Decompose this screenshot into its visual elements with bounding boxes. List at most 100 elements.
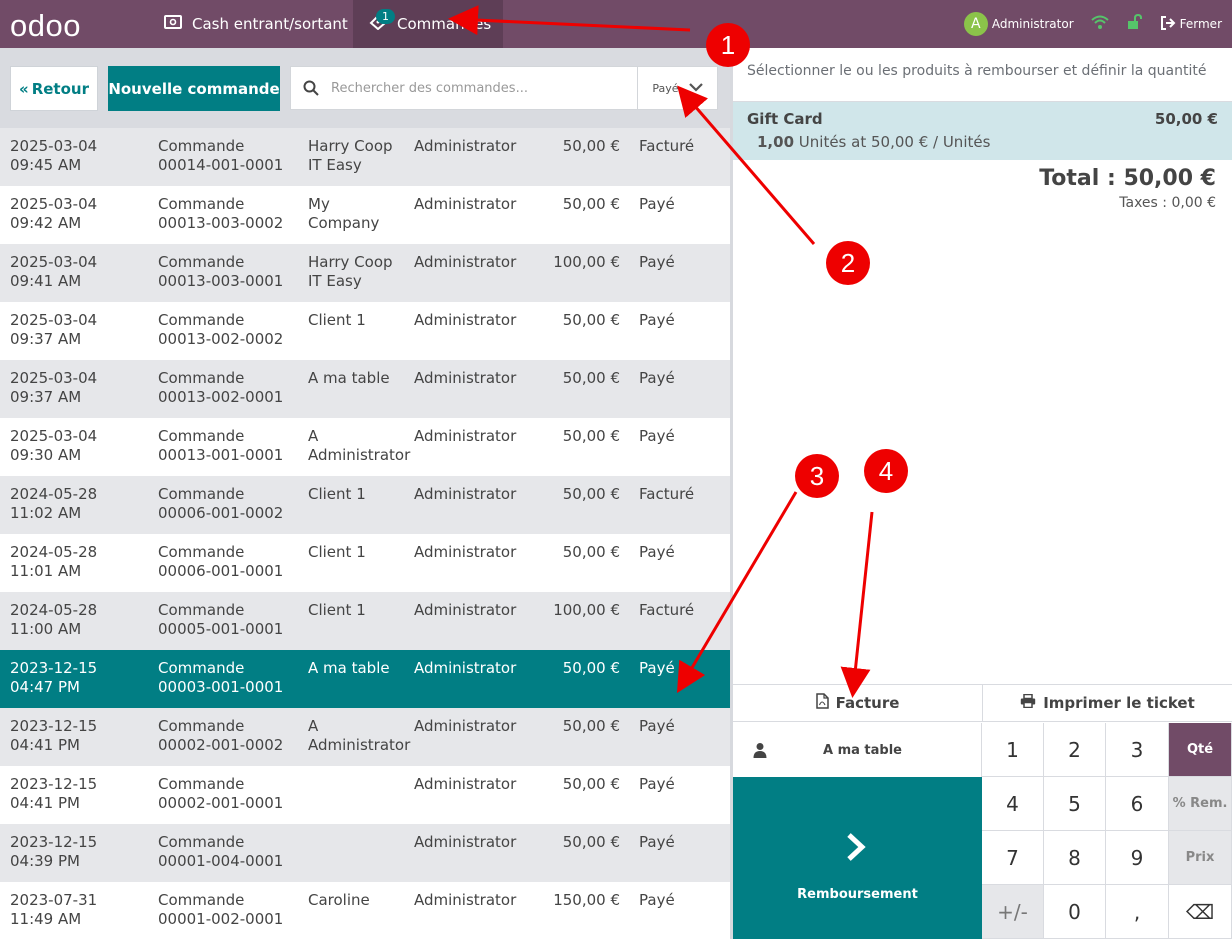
search-input[interactable] <box>331 67 637 109</box>
table-row[interactable]: 2023-12-15 04:39 PM Commande 00001-004-0001… <box>0 824 730 882</box>
table-row[interactable]: 2025-03-04 09:41 AM Commande 00013-003-0001… <box>0 244 730 302</box>
cash-in-out-button[interactable]: Cash entrant/sortant <box>152 0 352 48</box>
order-line-qty: 1,00 <box>757 133 795 151</box>
back-button[interactable]: « Retour <box>10 66 98 111</box>
cell-text: 50,00 € <box>562 369 620 387</box>
numpad-key-2[interactable]: 2 <box>1044 723 1106 777</box>
refund-button[interactable]: Remboursement <box>733 777 982 939</box>
numpad-key-comma[interactable]: , <box>1106 885 1169 939</box>
table-row[interactable]: 2025-03-04 09:42 AM Commande 00013-003-0002… <box>0 186 730 244</box>
table-row[interactable]: 2023-12-15 04:47 PM Commande 00003-001-0001… <box>0 650 730 708</box>
cell-text: A <box>308 717 319 735</box>
cell-text: Payé <box>639 891 675 909</box>
cell-emp: Administrator <box>414 891 516 910</box>
table-row[interactable]: 2023-07-31 11:49 AM Commande 00001-002-0001… <box>0 882 730 939</box>
table-row[interactable]: 2025-03-04 09:30 AM Commande 00013-001-0001… <box>0 418 730 476</box>
cell-text: 00013-003-0002 <box>158 214 284 232</box>
cell-text: 04:41 PM <box>10 794 80 812</box>
print-receipt-label: Imprimer le ticket <box>1043 694 1195 712</box>
cell-text: 2023-12-15 <box>10 833 98 851</box>
numpad-key-0[interactable]: 0 <box>1044 885 1106 939</box>
cell-num: Commande 00014-001-0001 <box>158 137 283 175</box>
annotation-marker-4: 4 <box>864 449 908 493</box>
numpad-key-plus-minus[interactable]: +/- <box>982 885 1044 939</box>
cell-text: 00006-001-0002 <box>158 504 284 522</box>
table-row[interactable]: 2024-05-28 11:00 AM Commande 00005-001-0001… <box>0 592 730 650</box>
table-row[interactable]: 2025-03-04 09:37 AM Commande 00013-002-0001… <box>0 360 730 418</box>
table-row[interactable]: 2024-05-28 11:02 AM Commande 00006-001-0002… <box>0 476 730 534</box>
cell-emp: Administrator <box>414 717 516 736</box>
cell-text: Commande <box>158 485 245 503</box>
cell-num: Commande 00002-001-0001 <box>158 775 283 813</box>
cell-text: 50,00 € <box>562 717 620 735</box>
cell-text: Administrator <box>414 659 517 677</box>
cell-amt: 50,00 € <box>563 833 620 852</box>
order-taxes: Taxes : 0,00 € <box>1119 195 1216 211</box>
cell-text: Company <box>308 214 380 232</box>
cell-text: 2025-03-04 <box>10 427 98 445</box>
table-row[interactable]: 2025-03-04 09:45 AM Commande 00014-001-0001… <box>0 128 730 186</box>
user-menu[interactable]: A Administrator <box>963 12 1074 36</box>
new-order-button[interactable]: Nouvelle commande <box>108 66 280 111</box>
numpad-key-9[interactable]: 9 <box>1106 831 1169 885</box>
annotation-marker-3: 3 <box>795 454 839 498</box>
table-row[interactable]: 2023-12-15 04:41 PM Commande 00002-001-0002… <box>0 708 730 766</box>
cell-emp: Administrator <box>414 833 516 852</box>
numpad-key-5[interactable]: 5 <box>1044 777 1106 831</box>
numpad-key-6[interactable]: 6 <box>1106 777 1169 831</box>
cell-st: Payé <box>639 775 675 794</box>
numpad-key-1[interactable]: 1 <box>982 723 1044 777</box>
cell-text: 00002-001-0001 <box>158 794 284 812</box>
cell-date: 2025-03-04 09:42 AM <box>10 195 97 233</box>
cell-amt: 50,00 € <box>563 137 620 156</box>
numpad-mode-quantity[interactable]: Qté <box>1169 723 1232 777</box>
orders-tab[interactable]: Commandes <box>353 0 503 48</box>
cell-cli: Client 1 <box>308 601 366 620</box>
cell-text: Commande <box>158 195 245 213</box>
cash-in-out-label: Cash entrant/sortant <box>192 15 348 33</box>
cell-text: 09:42 AM <box>10 214 82 232</box>
cell-text: 04:39 PM <box>10 852 80 870</box>
order-line-price: 50,00 € <box>1154 110 1218 128</box>
numpad-key-3[interactable]: 3 <box>1106 723 1169 777</box>
print-receipt-button[interactable]: Imprimer le ticket <box>982 685 1232 721</box>
numpad-key-4[interactable]: 4 <box>982 777 1044 831</box>
unlock-icon[interactable] <box>1126 13 1144 34</box>
order-actions: Facture Imprimer le ticket <box>733 684 1232 722</box>
numpad-key-8[interactable]: 8 <box>1044 831 1106 885</box>
cell-text: Administrator <box>308 446 411 464</box>
cell-text: 09:45 AM <box>10 156 82 174</box>
cell-text: 09:30 AM <box>10 446 82 464</box>
cell-text: 2023-07-31 <box>10 891 98 909</box>
cell-text: 04:41 PM <box>10 736 80 754</box>
cell-text: Payé <box>639 775 675 793</box>
numpad-mode-price[interactable]: Prix <box>1169 831 1232 885</box>
table-row[interactable]: 2023-12-15 04:41 PM Commande 00002-001-0001… <box>0 766 730 824</box>
table-row[interactable]: 2025-03-04 09:37 AM Commande 00013-002-0002… <box>0 302 730 360</box>
numpad-keys: 1 2 3 Qté 4 5 6 % Rem. 7 8 9 Prix +/- 0 … <box>982 723 1232 939</box>
invoice-button[interactable]: Facture <box>733 685 982 721</box>
cell-date: 2024-05-28 11:02 AM <box>10 485 97 523</box>
status-filter-dropdown[interactable]: Payé <box>637 67 717 109</box>
chevron-right-icon <box>845 831 867 871</box>
printer-icon <box>1020 693 1036 712</box>
cell-text: Commande <box>158 253 245 271</box>
cell-st: Payé <box>639 717 675 736</box>
cell-emp: Administrator <box>414 253 516 272</box>
table-row[interactable]: 2024-05-28 11:01 AM Commande 00006-001-0001… <box>0 534 730 592</box>
cell-text: 2025-03-04 <box>10 253 98 271</box>
numpad-key-7[interactable]: 7 <box>982 831 1044 885</box>
cell-cli: A ma table <box>308 369 390 388</box>
cell-text: 50,00 € <box>562 543 620 561</box>
backspace-icon[interactable]: ⌫ <box>1169 885 1232 939</box>
order-line[interactable]: Gift Card 50,00 € 1,00 Unités at 50,00 €… <box>733 102 1232 160</box>
cell-text: 09:41 AM <box>10 272 82 290</box>
close-button[interactable]: Fermer <box>1160 15 1222 33</box>
cell-st: Payé <box>639 253 675 272</box>
cell-st: Payé <box>639 543 675 562</box>
cell-text: Payé <box>639 253 675 271</box>
numpad-mode-discount[interactable]: % Rem. <box>1169 777 1232 831</box>
cell-text: Payé <box>639 311 675 329</box>
avatar: A <box>963 12 988 36</box>
customer-button[interactable]: A ma table <box>733 723 982 777</box>
